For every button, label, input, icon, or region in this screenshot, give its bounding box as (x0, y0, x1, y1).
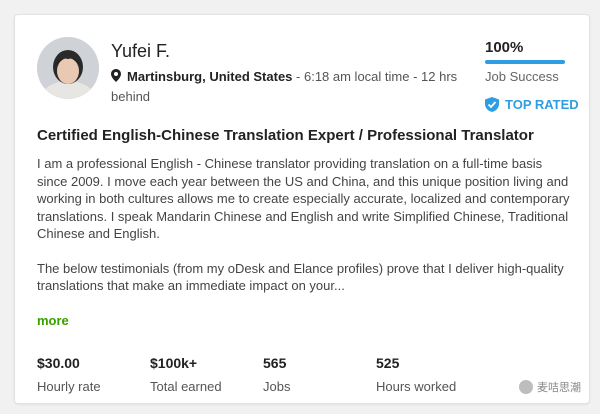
stat-label: Jobs (263, 379, 291, 394)
job-success-bar-fill (485, 60, 565, 64)
description-paragraph: The below testimonials (from my oDesk an… (37, 260, 564, 294)
stat-label: Hourly rate (37, 379, 101, 394)
job-success-percent: 100% (485, 39, 524, 56)
stat-label: Hours worked (376, 379, 457, 394)
location-city: Martinsburg, United States (127, 69, 293, 84)
stat-value: $30.00 (37, 355, 80, 371)
stat-total-earned: $100k+ Total earned (150, 355, 222, 394)
avatar[interactable] (37, 37, 99, 99)
description-paragraph: I am a professional English - Chinese tr… (37, 156, 570, 241)
stat-value: $100k+ (150, 355, 198, 371)
stat-value: 565 (263, 355, 287, 371)
watermark: 麦咭思潮 (519, 379, 581, 395)
top-rated-label: TOP RATED (505, 97, 579, 112)
more-link[interactable]: more (37, 313, 69, 328)
stat-value: 525 (376, 355, 400, 371)
watermark-text: 麦咭思潮 (537, 382, 581, 394)
job-success: 100% Job Success (485, 39, 571, 84)
profile-description: I am a professional English - Chinese tr… (37, 155, 572, 312)
job-success-label: Job Success (485, 69, 559, 84)
map-pin-icon (111, 68, 123, 87)
profile-title: Certified English-Chinese Translation Ex… (37, 127, 534, 144)
stat-jobs: 565 Jobs (263, 355, 290, 394)
stat-hourly-rate: $30.00 Hourly rate (37, 355, 101, 394)
location-line: Martinsburg, United States - 6:18 am loc… (111, 67, 471, 106)
freelancer-name[interactable]: Yufei F. (111, 41, 170, 62)
freelancer-profile-card: Yufei F. Martinsburg, United States - 6:… (14, 14, 590, 404)
avatar-photo (37, 37, 99, 99)
stat-hours-worked: 525 Hours worked (376, 355, 456, 394)
shield-check-icon (485, 97, 499, 112)
watermark-logo-icon (519, 380, 533, 394)
top-rated-badge[interactable]: TOP RATED (485, 97, 579, 112)
stat-label: Total earned (150, 379, 222, 394)
job-success-bar (485, 60, 565, 64)
